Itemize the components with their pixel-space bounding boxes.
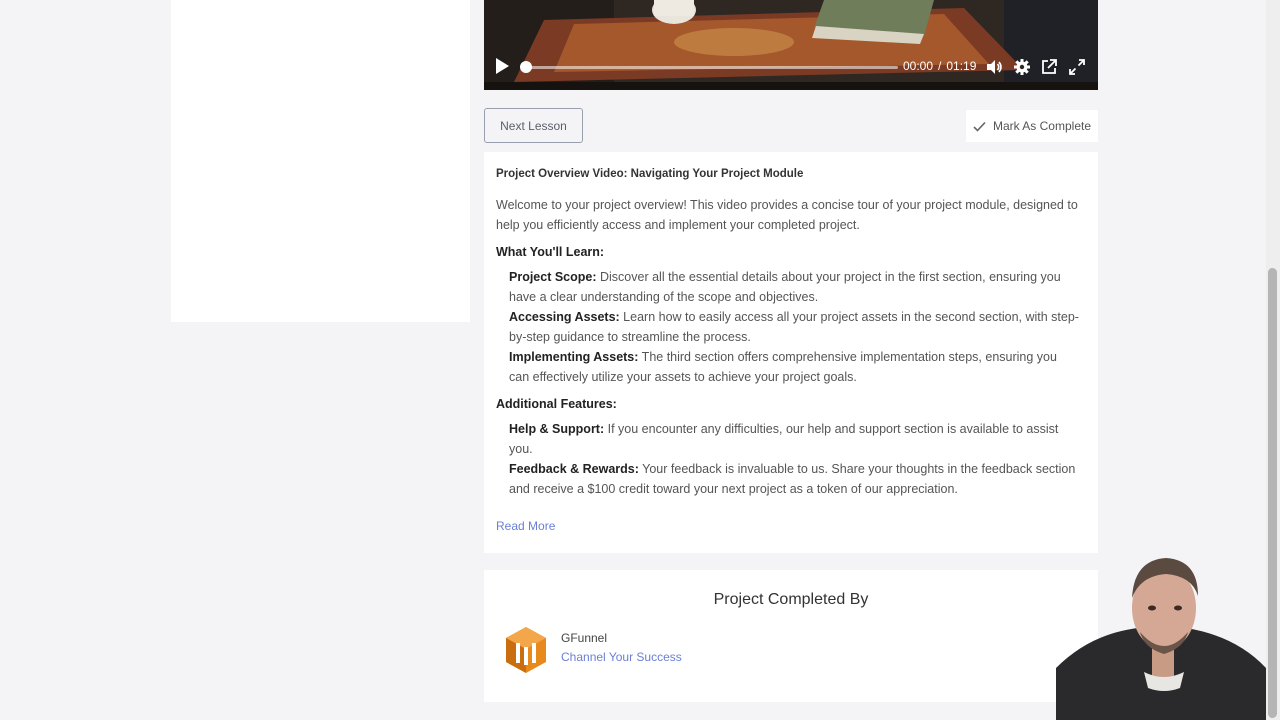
completed-by-heading: Project Completed By	[713, 591, 869, 608]
settings-gear-icon[interactable]	[1013, 58, 1031, 76]
video-controls: 00:00 / 01:19	[484, 52, 1098, 82]
list-item: Feedback & Rewards: Your feedback is inv…	[509, 459, 1080, 499]
time-separator: /	[938, 59, 942, 73]
completed-by-card: Project Completed By GFunnel Channel You…	[484, 570, 1098, 702]
read-more-link[interactable]: Read More	[496, 519, 555, 533]
left-sidebar-panel	[171, 0, 470, 322]
creator-tagline-link[interactable]: Channel Your Success	[561, 650, 682, 664]
creator-name: GFunnel	[561, 631, 608, 645]
fullscreen-icon[interactable]	[1068, 58, 1086, 76]
presenter-webcam-overlay	[1056, 558, 1266, 720]
list-item: Project Scope: Discover all the essentia…	[509, 267, 1080, 307]
video-progress-bar[interactable]	[526, 66, 898, 69]
next-lesson-button[interactable]: Next Lesson	[484, 108, 583, 143]
intro-text: Welcome to your project overview! This v…	[496, 198, 1078, 232]
features-heading: Additional Features:	[496, 397, 617, 411]
current-time: 00:00	[903, 59, 934, 73]
learn-heading: What You'll Learn:	[496, 245, 605, 259]
popout-icon[interactable]	[1040, 58, 1058, 76]
duration: 01:19	[946, 59, 977, 73]
lesson-description: Welcome to your project overview! This v…	[496, 195, 1080, 506]
gfunnel-logo-icon	[506, 627, 546, 673]
list-item-label: Implementing Assets:	[509, 350, 639, 364]
page-scrollbar-thumb[interactable]	[1268, 268, 1277, 718]
list-item-label: Project Scope:	[509, 270, 597, 284]
lesson-description-card: Project Overview Video: Navigating Your …	[484, 152, 1098, 553]
video-player[interactable]: 00:00 / 01:19	[484, 0, 1098, 90]
volume-icon[interactable]	[985, 58, 1003, 76]
lesson-title: Project Overview Video: Navigating Your …	[496, 168, 804, 180]
list-item: Implementing Assets: The third section o…	[509, 347, 1080, 387]
list-item-label: Feedback & Rewards:	[509, 462, 639, 476]
list-item-label: Accessing Assets:	[509, 310, 620, 324]
list-item: Accessing Assets: Learn how to easily ac…	[509, 307, 1080, 347]
play-icon[interactable]	[496, 58, 509, 74]
mark-complete-label: Mark As Complete	[992, 119, 1092, 133]
video-progress-handle[interactable]	[520, 61, 532, 73]
mark-complete-button[interactable]: Mark As Complete	[966, 110, 1098, 142]
list-item: Help & Support: If you encounter any dif…	[509, 419, 1080, 459]
list-item-label: Help & Support:	[509, 422, 605, 436]
checkmark-icon	[973, 121, 986, 132]
video-time: 00:00 / 01:19	[903, 59, 976, 73]
